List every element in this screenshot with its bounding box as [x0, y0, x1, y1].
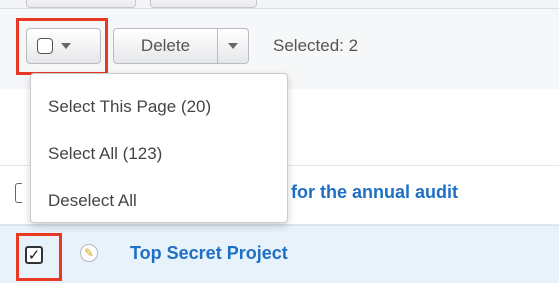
record-link[interactable]: an for the annual audit	[265, 182, 458, 203]
caret-down-icon	[228, 43, 238, 49]
delete-button[interactable]: Delete	[113, 28, 218, 64]
top-button-fragment[interactable]	[150, 0, 257, 8]
menu-item-select-page[interactable]: Select This Page (20)	[48, 97, 211, 117]
pencil-icon[interactable]: ✎	[80, 244, 98, 262]
row-checkbox[interactable]	[15, 183, 22, 203]
selected-count: Selected: 2	[273, 36, 359, 55]
delete-label: Delete	[140, 36, 191, 55]
mass-select-menu: Select This Page (20) Select All (123) D…	[30, 73, 288, 223]
delete-actions-dropdown[interactable]	[217, 28, 249, 64]
record-link[interactable]: Top Secret Project	[130, 243, 288, 264]
top-strip	[0, 0, 559, 8]
menu-item-deselect-all[interactable]: Deselect All	[48, 191, 137, 211]
top-button-fragment[interactable]	[26, 0, 136, 8]
highlight-box	[16, 233, 62, 281]
table-row: ✓ ✎ Top Secret Project	[0, 225, 559, 283]
menu-item-select-all[interactable]: Select All (123)	[48, 144, 162, 164]
highlight-box	[16, 18, 108, 75]
